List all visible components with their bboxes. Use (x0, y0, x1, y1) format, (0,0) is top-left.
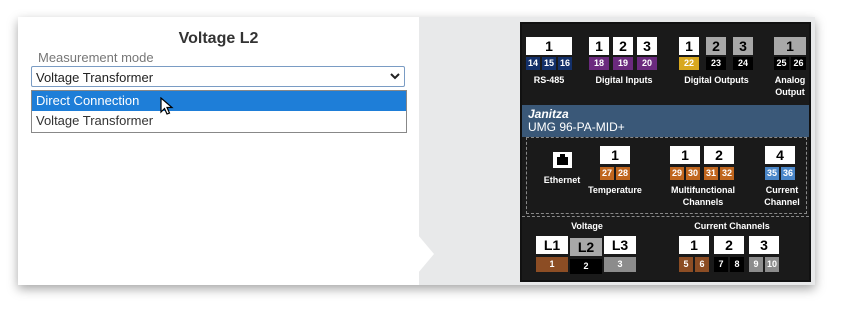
di-box-3: 3 (637, 37, 657, 55)
brand-band: Janitza UMG 96-PA-MID+ (522, 105, 809, 137)
output-label: Output (775, 87, 805, 97)
pin: 31 (704, 167, 718, 180)
chevron-down-icon (390, 69, 400, 86)
multifunctional-label: Multifunctional (671, 185, 735, 195)
model-name: UMG 96-PA-MID+ (528, 120, 625, 134)
channels-label: Channels (682, 197, 724, 207)
pin: 8 (730, 257, 744, 272)
pin: 15 (542, 57, 556, 70)
pin: 32 (720, 167, 734, 180)
voltage-box-l3: L3 (604, 236, 636, 254)
option-direct-connection[interactable]: Direct Connection (32, 91, 406, 111)
di-box-2: 2 (613, 37, 633, 55)
pin: 36 (781, 167, 795, 180)
current-box-3: 3 (749, 236, 779, 254)
pin: 14 (526, 57, 540, 70)
select-value: Voltage Transformer (36, 70, 154, 85)
multi-box-2: 2 (704, 146, 734, 164)
pin: 23 (706, 57, 726, 70)
panel-pointer (418, 235, 434, 273)
voltage-box-l2: L2 (570, 238, 602, 256)
do-box-3: 3 (733, 37, 753, 55)
brand-name: Janitza (528, 107, 569, 121)
pin: 35 (765, 167, 779, 180)
panel-title: Voltage L2 (178, 30, 259, 47)
analog-box: 1 (774, 37, 806, 55)
digital-inputs-label: Digital Inputs (595, 75, 653, 85)
measurement-mode-label: Measurement mode (38, 50, 154, 65)
pin: 28 (616, 167, 630, 180)
voltage-label: Voltage (571, 221, 603, 231)
pin: 20 (637, 57, 657, 70)
current-box-2: 2 (714, 236, 744, 254)
pin: 24 (733, 57, 753, 70)
option-voltage-transformer[interactable]: Voltage Transformer (32, 111, 406, 131)
pin: 10 (765, 257, 779, 272)
do-box-2: 2 (706, 37, 726, 55)
pin: 27 (600, 167, 614, 180)
pin: 5 (679, 257, 693, 272)
digital-outputs-label: Digital Outputs (684, 75, 749, 85)
pin: 2 (570, 259, 602, 274)
ethernet-label: Ethernet (543, 175, 581, 185)
pin: 19 (613, 57, 633, 70)
pin: 9 (749, 257, 763, 272)
current-label: Current (765, 185, 799, 195)
ethernet-icon (553, 152, 572, 168)
rs485-label: RS-485 (533, 75, 565, 85)
bottom-section-border (522, 216, 809, 217)
pin: 3 (604, 257, 636, 272)
mouse-cursor-icon (160, 96, 174, 122)
measurement-mode-select[interactable]: Voltage Transformer (31, 66, 405, 87)
pin: 30 (686, 167, 700, 180)
pin: 18 (589, 57, 609, 70)
pin: 7 (714, 257, 728, 272)
multi-box-1: 1 (670, 146, 700, 164)
current-channel-box: 4 (765, 146, 795, 164)
pin: 25 (774, 57, 789, 70)
temperature-label: Temperature (588, 185, 642, 195)
channel-label: Channel (764, 197, 800, 207)
pin: 16 (558, 57, 572, 70)
pin: 29 (670, 167, 684, 180)
pin: 6 (695, 257, 709, 272)
pin: 26 (791, 57, 806, 70)
device-diagram: 1 14 15 16 RS-485 1 2 3 18 19 20 Digital… (520, 22, 811, 282)
temperature-box: 1 (600, 146, 630, 164)
do-box-1: 1 (679, 37, 699, 55)
analog-label: Analog (774, 75, 806, 85)
rs485-box: 1 (526, 37, 572, 55)
current-box-1: 1 (679, 236, 709, 254)
pin: 22 (679, 57, 699, 70)
measurement-mode-dropdown: Direct Connection Voltage Transformer (31, 90, 407, 133)
di-box-1: 1 (589, 37, 609, 55)
voltage-box-l1: L1 (536, 236, 568, 254)
current-channels-label: Current Channels (694, 221, 770, 231)
pin: 1 (536, 257, 568, 272)
